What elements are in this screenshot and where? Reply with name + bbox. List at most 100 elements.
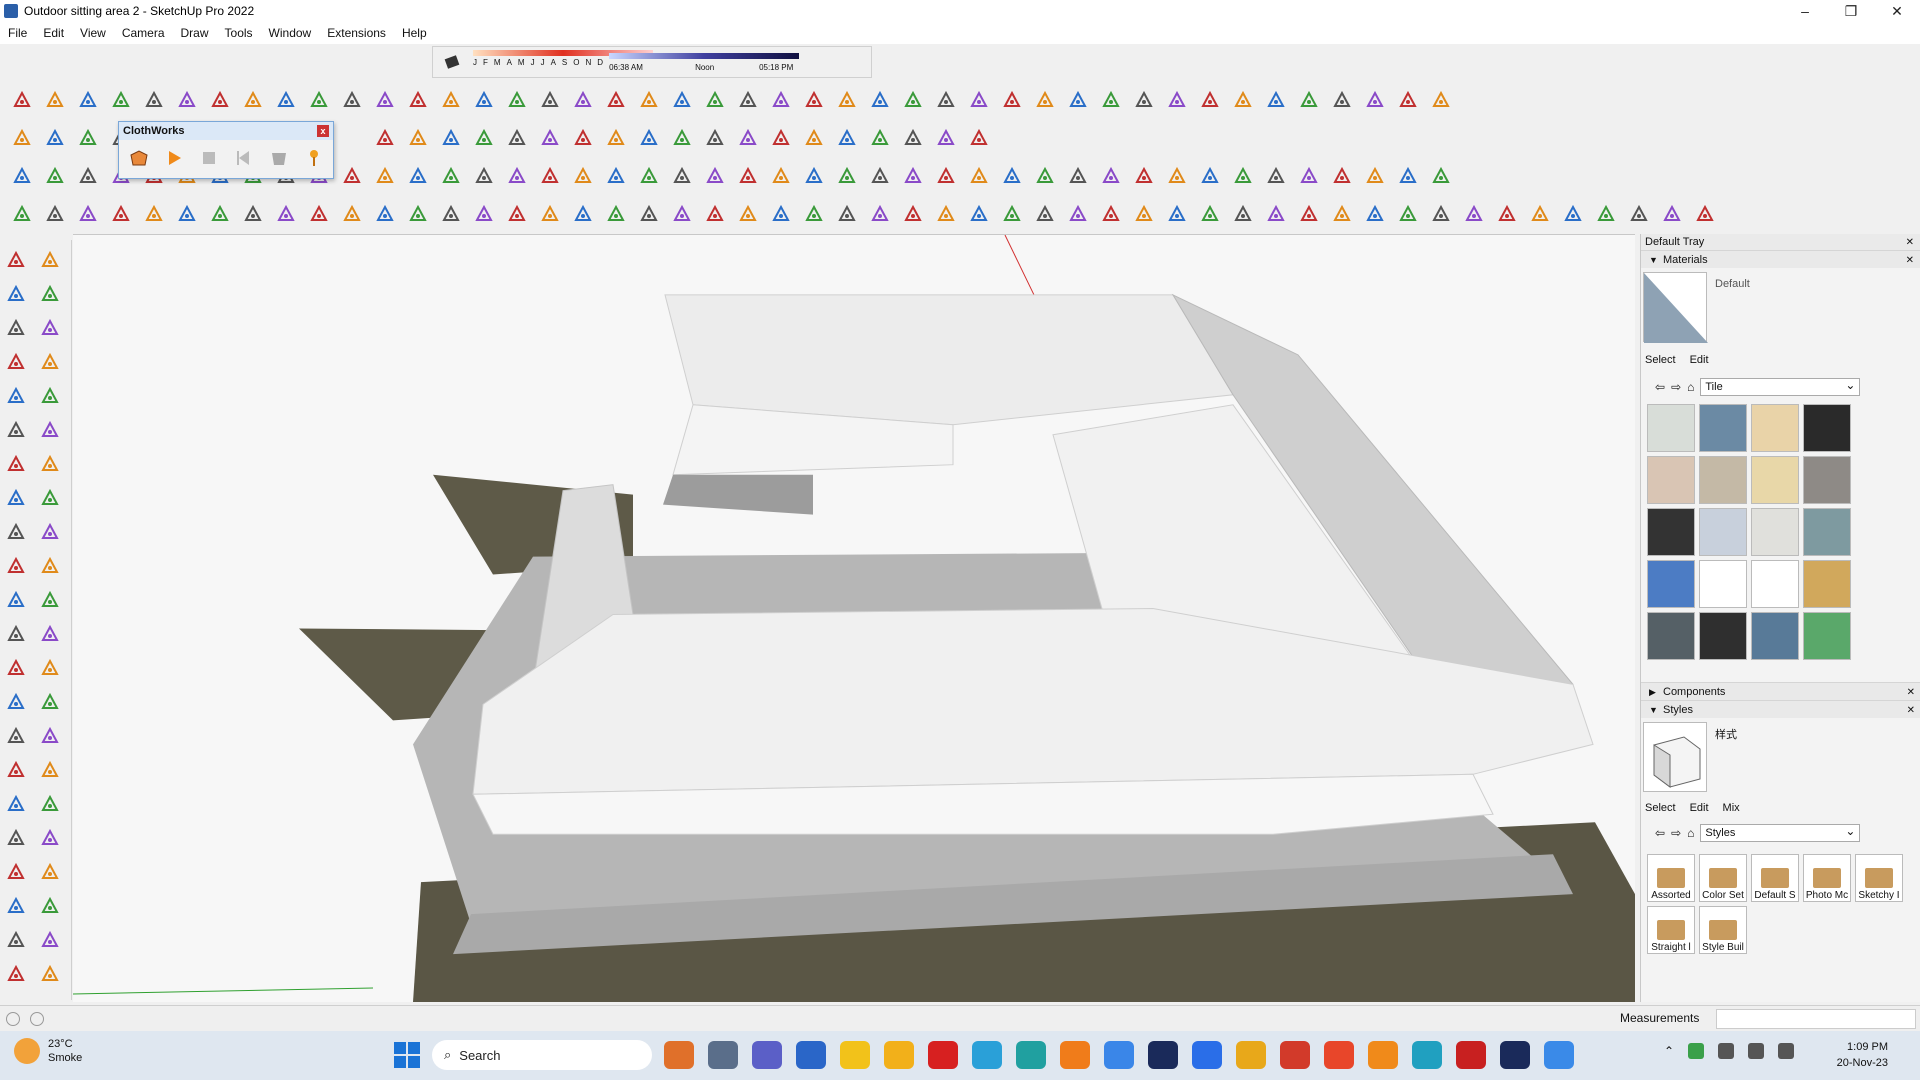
taskbar-app-icon[interactable] (1324, 1041, 1354, 1069)
taskbar-clock[interactable]: 1:09 PM 20-Nov-23 (1826, 1039, 1888, 1071)
menu-camera[interactable]: Camera (114, 22, 173, 44)
tool-icon[interactable] (1031, 162, 1059, 190)
cloth-simulate-icon[interactable] (125, 144, 152, 172)
tool-icon[interactable] (1130, 200, 1158, 228)
stop-icon[interactable] (195, 144, 222, 172)
nvidia-icon[interactable] (1688, 1043, 1705, 1059)
tool-icon[interactable] (437, 86, 465, 114)
tool-icon[interactable] (767, 86, 795, 114)
tool-icon[interactable] (800, 200, 828, 228)
menu-tools[interactable]: Tools (217, 22, 261, 44)
style-name[interactable]: 样式 (1715, 726, 1737, 742)
taskbar-app-icon[interactable] (972, 1041, 1002, 1069)
taskbar-app-icon[interactable] (884, 1041, 914, 1069)
menu-file[interactable]: File (0, 22, 35, 44)
tool-icon[interactable] (932, 200, 960, 228)
tool-icon[interactable] (734, 162, 762, 190)
tool-icon[interactable] (734, 200, 762, 228)
taskbar-search[interactable]: ⌕ Search (432, 1040, 652, 1070)
cloth-settings-icon[interactable] (265, 144, 292, 172)
tool-icon[interactable] (1295, 162, 1323, 190)
tool-icon[interactable] (404, 86, 432, 114)
materials-panel-header[interactable]: ▼ Materials ✕ (1641, 250, 1920, 268)
tool-icon[interactable] (36, 314, 64, 342)
tool-icon[interactable] (569, 86, 597, 114)
back-arrow-icon[interactable]: ⇦ (1655, 826, 1665, 840)
tool-icon[interactable] (74, 162, 102, 190)
tool-icon[interactable] (437, 200, 465, 228)
style-folder-item[interactable]: Assorted (1647, 854, 1695, 902)
tool-icon[interactable] (1394, 200, 1422, 228)
tool-icon[interactable] (206, 86, 234, 114)
tool-icon[interactable] (1691, 200, 1719, 228)
tool-icon[interactable] (239, 200, 267, 228)
tool-icon[interactable] (1196, 86, 1224, 114)
tool-icon[interactable] (932, 86, 960, 114)
tool-icon[interactable] (36, 450, 64, 478)
tool-icon[interactable] (173, 200, 201, 228)
tool-icon[interactable] (899, 162, 927, 190)
tool-icon[interactable] (2, 722, 30, 750)
tool-icon[interactable] (1196, 200, 1224, 228)
taskbar-app-icon[interactable] (796, 1041, 826, 1069)
clothworks-title[interactable]: ClothWorks x (119, 122, 333, 140)
tool-icon[interactable] (503, 162, 531, 190)
tool-icon[interactable] (1097, 86, 1125, 114)
tool-icon[interactable] (503, 86, 531, 114)
material-swatch[interactable] (1647, 404, 1695, 452)
start-button[interactable] (394, 1042, 420, 1068)
tool-icon[interactable] (404, 200, 432, 228)
tool-icon[interactable] (36, 620, 64, 648)
styles-library-select[interactable]: Styles (1700, 823, 1861, 842)
material-swatch[interactable] (1647, 612, 1695, 660)
taskbar-app-icon[interactable] (1368, 1041, 1398, 1069)
tool-icon[interactable] (899, 124, 927, 152)
taskbar-app-icon[interactable] (1104, 1041, 1134, 1069)
tool-icon[interactable] (1262, 86, 1290, 114)
tool-icon[interactable] (2, 552, 30, 580)
tool-icon[interactable] (2, 246, 30, 274)
geo-location-icon[interactable] (6, 1012, 20, 1026)
tool-icon[interactable] (602, 124, 630, 152)
tool-icon[interactable] (36, 688, 64, 716)
tool-icon[interactable] (36, 246, 64, 274)
tool-icon[interactable] (107, 86, 135, 114)
tool-icon[interactable] (36, 416, 64, 444)
clothworks-close-button[interactable]: x (317, 125, 329, 137)
material-swatch[interactable] (1647, 508, 1695, 556)
tool-icon[interactable] (1262, 200, 1290, 228)
tool-icon[interactable] (2, 654, 30, 682)
tool-icon[interactable] (833, 86, 861, 114)
menu-help[interactable]: Help (394, 22, 435, 44)
tool-icon[interactable] (866, 162, 894, 190)
style-folder-item[interactable]: Photo Mc (1803, 854, 1851, 902)
tool-icon[interactable] (734, 86, 762, 114)
tool-icon[interactable] (536, 86, 564, 114)
taskbar-app-icon[interactable] (1500, 1041, 1530, 1069)
tool-icon[interactable] (536, 162, 564, 190)
tool-icon[interactable] (2, 586, 30, 614)
tool-icon[interactable] (338, 86, 366, 114)
material-swatch[interactable] (1699, 456, 1747, 504)
tool-icon[interactable] (866, 124, 894, 152)
tool-icon[interactable] (1361, 162, 1389, 190)
tool-icon[interactable] (2, 314, 30, 342)
menu-window[interactable]: Window (261, 22, 320, 44)
taskbar-app-icon[interactable] (1192, 1041, 1222, 1069)
tool-icon[interactable] (2, 382, 30, 410)
tool-icon[interactable] (338, 200, 366, 228)
tool-icon[interactable] (833, 162, 861, 190)
taskbar-app-icon[interactable] (1148, 1041, 1178, 1069)
tool-icon[interactable] (1526, 200, 1554, 228)
tool-icon[interactable] (800, 162, 828, 190)
tool-icon[interactable] (635, 200, 663, 228)
weather-widget[interactable]: 23°C Smoke (14, 1037, 82, 1065)
tool-icon[interactable] (1163, 200, 1191, 228)
tool-icon[interactable] (1427, 162, 1455, 190)
tool-icon[interactable] (36, 280, 64, 308)
shadow-toggle-icon[interactable] (439, 48, 467, 76)
style-folder-item[interactable]: Color Set (1699, 854, 1747, 902)
menu-edit[interactable]: Edit (35, 22, 72, 44)
tool-icon[interactable] (602, 86, 630, 114)
tool-icon[interactable] (536, 200, 564, 228)
